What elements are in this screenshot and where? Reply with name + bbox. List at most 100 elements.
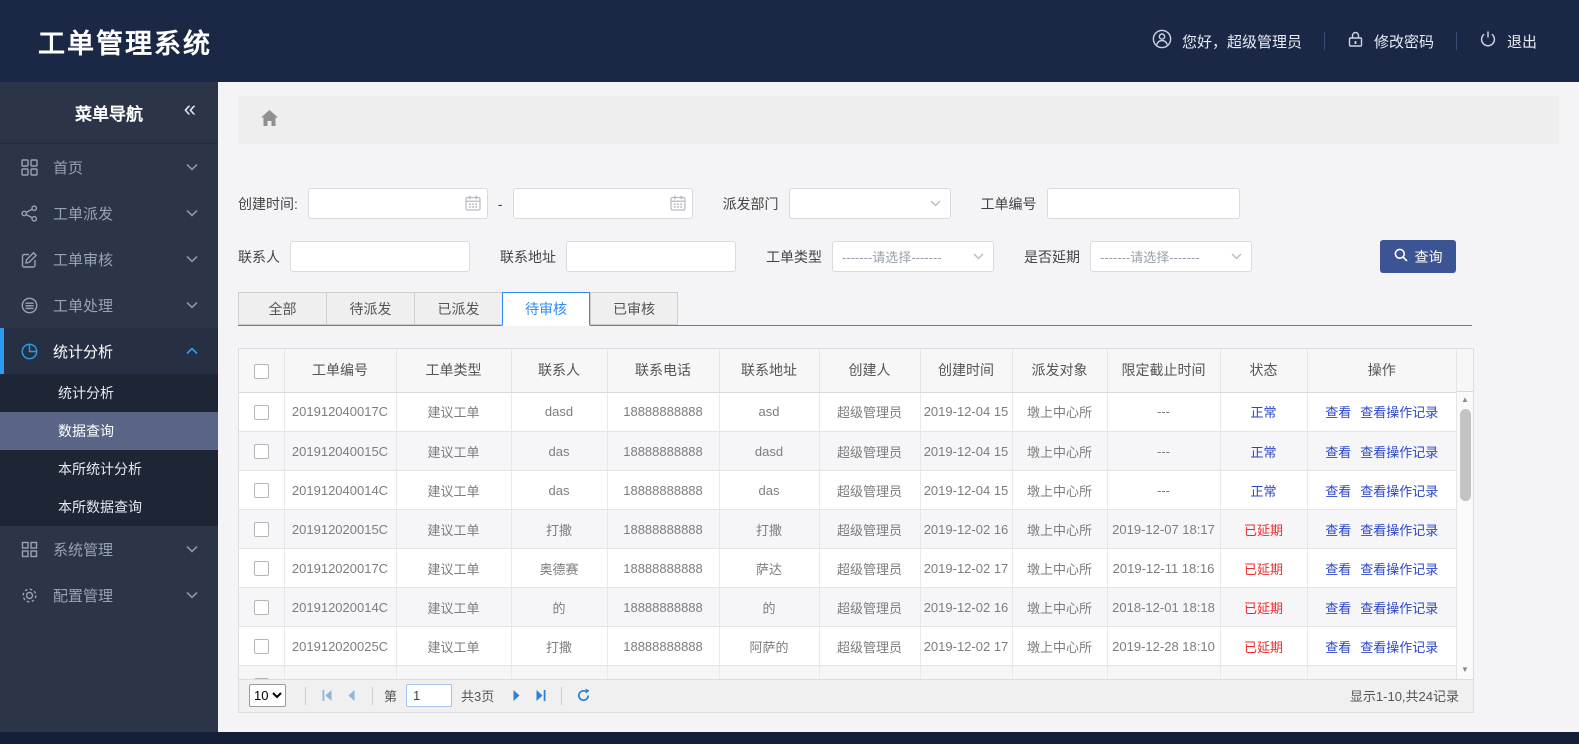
- dispatch-dept-select[interactable]: [788, 188, 951, 219]
- view-link[interactable]: 查看: [1325, 523, 1351, 538]
- cell-status: 正常: [1220, 392, 1308, 432]
- sidebar-item-label: 工单派发: [53, 205, 114, 223]
- user-greeting[interactable]: 您好，超级管理员: [1152, 29, 1302, 53]
- view-link[interactable]: 查看: [1325, 484, 1351, 499]
- search-button[interactable]: 查询: [1380, 240, 1456, 273]
- sidebar-item-process[interactable]: 工单处理: [0, 282, 218, 328]
- cell-contact: das: [511, 470, 608, 510]
- cell-type: 建议工单: [396, 470, 512, 510]
- view-log-link[interactable]: 查看操作记录: [1360, 405, 1438, 420]
- prev-page-button[interactable]: [339, 685, 363, 707]
- row-checkbox[interactable]: [253, 522, 269, 538]
- contact-address-input[interactable]: [566, 241, 736, 272]
- view-log-link[interactable]: 查看操作记录: [1360, 562, 1438, 577]
- submenu-item-data-query[interactable]: 数据查询: [0, 412, 218, 450]
- view-log-link[interactable]: 查看操作记录: [1360, 484, 1438, 499]
- create-time-start-input[interactable]: [307, 188, 488, 219]
- top-header: 工单管理系统 您好，超级管理员 修改密码 退出: [0, 0, 1579, 82]
- view-log-link[interactable]: 查看操作记录: [1360, 640, 1438, 655]
- tab-0[interactable]: 全部: [238, 292, 326, 325]
- scroll-down-icon[interactable]: ▼: [1457, 662, 1473, 677]
- tab-3[interactable]: 待审核: [502, 292, 590, 326]
- row-checkbox[interactable]: [253, 404, 269, 420]
- table-row: 201912020017C 建议工单 奥德赛 18888888888 萨达 超级管理员 20…: [239, 548, 1456, 588]
- row-checkbox[interactable]: [253, 483, 269, 499]
- cell-phone: 18888888888: [607, 509, 720, 549]
- sidebar-item-config[interactable]: 配置管理: [0, 572, 218, 618]
- row-checkbox[interactable]: [253, 600, 269, 616]
- page-number-input[interactable]: [406, 684, 453, 707]
- sidebar-item-statistics[interactable]: 统计分析: [0, 328, 218, 374]
- row-checkbox[interactable]: [253, 444, 269, 460]
- tab-2[interactable]: 已派发: [414, 292, 502, 325]
- table-body-clip: 201912040017C 建议工单 dasd 18888888888 asd 超级管理员…: [239, 392, 1456, 679]
- sidebar-item-system[interactable]: 系统管理: [0, 526, 218, 572]
- change-password-button[interactable]: 修改密码: [1347, 30, 1434, 52]
- view-link[interactable]: 查看: [1325, 445, 1351, 460]
- view-link[interactable]: 查看: [1325, 562, 1351, 577]
- record-summary: 显示1-10,共24记录: [1349, 689, 1459, 704]
- cell-type: [396, 665, 512, 679]
- cell-contact: 的: [511, 587, 608, 627]
- view-log-link[interactable]: 查看操作记录: [1360, 445, 1438, 460]
- tab-1[interactable]: 待派发: [326, 292, 414, 325]
- sidebar-item-label: 工单处理: [53, 297, 114, 315]
- cell-target: 墩上中心所: [1012, 431, 1108, 471]
- cell-phone: 18888888888: [607, 392, 720, 432]
- cell-deadline: ---: [1107, 431, 1221, 471]
- view-link[interactable]: 查看: [1325, 640, 1351, 655]
- next-page-button[interactable]: [504, 685, 528, 707]
- submenu-item-statistics-analysis[interactable]: 统计分析: [0, 374, 218, 412]
- page-size-select[interactable]: 10: [249, 684, 286, 707]
- layers-icon: [20, 297, 38, 314]
- tab-4[interactable]: 已审核: [590, 292, 678, 325]
- lock-icon: [1347, 30, 1364, 52]
- column-header: 操作: [1307, 349, 1456, 393]
- cell-creator: 超级管理员: [819, 509, 921, 549]
- cell-created: 2019-12-02 16: [920, 587, 1013, 627]
- select-all-checkbox[interactable]: [253, 363, 269, 379]
- submenu-item-station-data-query[interactable]: 本所数据查询: [0, 488, 218, 526]
- select-all-header: [239, 349, 285, 393]
- column-header: 联系电话: [607, 349, 720, 393]
- sidebar-item-dispatch[interactable]: 工单派发: [0, 190, 218, 236]
- is-delayed-select[interactable]: -------请选择-------: [1090, 241, 1252, 272]
- scrollbar-thumb[interactable]: [1459, 409, 1471, 501]
- table-row: 201912020025C 建议工单 打撒 18888888888 阿萨的 超级管理员 20…: [239, 626, 1456, 666]
- row-checkbox[interactable]: [253, 561, 269, 577]
- view-log-link[interactable]: 查看操作记录: [1360, 523, 1438, 538]
- scroll-up-icon[interactable]: ▲: [1457, 392, 1473, 407]
- column-header: 限定截止时间: [1107, 349, 1221, 393]
- submenu-item-label: 本所统计分析: [58, 461, 142, 477]
- cell-id: [284, 665, 397, 679]
- sidebar-item-home[interactable]: 首页: [0, 144, 218, 190]
- calendar-icon[interactable]: [465, 195, 481, 214]
- order-type-select[interactable]: -------请选择-------: [832, 241, 994, 272]
- main-content: 创建时间: - 派发部门 工单编号 联系人 联系地址 工单类型 -------请…: [218, 82, 1579, 732]
- cell-deadline: ---: [1107, 392, 1221, 432]
- first-page-button[interactable]: [315, 685, 339, 707]
- contact-input[interactable]: [290, 241, 470, 272]
- grid-icon: [20, 158, 38, 176]
- cell-address: das: [719, 470, 820, 510]
- view-link[interactable]: 查看: [1325, 601, 1351, 616]
- logout-button[interactable]: 退出: [1479, 30, 1537, 52]
- home-icon[interactable]: [260, 109, 279, 132]
- checkbox-cell: [239, 431, 285, 471]
- statistics-submenu: 统计分析 数据查询 本所统计分析 本所数据查询: [0, 374, 218, 526]
- row-checkbox[interactable]: [253, 639, 269, 655]
- cell-contact: 打撒: [511, 626, 608, 666]
- calendar-icon[interactable]: [669, 195, 686, 214]
- breadcrumb: [238, 96, 1559, 144]
- refresh-icon[interactable]: [571, 685, 595, 707]
- order-no-input[interactable]: [1046, 188, 1240, 219]
- last-page-button[interactable]: [528, 685, 552, 707]
- collapse-sidebar-icon[interactable]: «: [184, 96, 196, 122]
- view-link[interactable]: 查看: [1325, 405, 1351, 420]
- pager-divider: [305, 686, 306, 705]
- submenu-item-station-statistics[interactable]: 本所统计分析: [0, 450, 218, 488]
- create-time-end-input[interactable]: [512, 188, 693, 219]
- search-button-label: 查询: [1414, 248, 1443, 265]
- view-log-link[interactable]: 查看操作记录: [1360, 601, 1438, 616]
- sidebar-item-review[interactable]: 工单审核: [0, 236, 218, 282]
